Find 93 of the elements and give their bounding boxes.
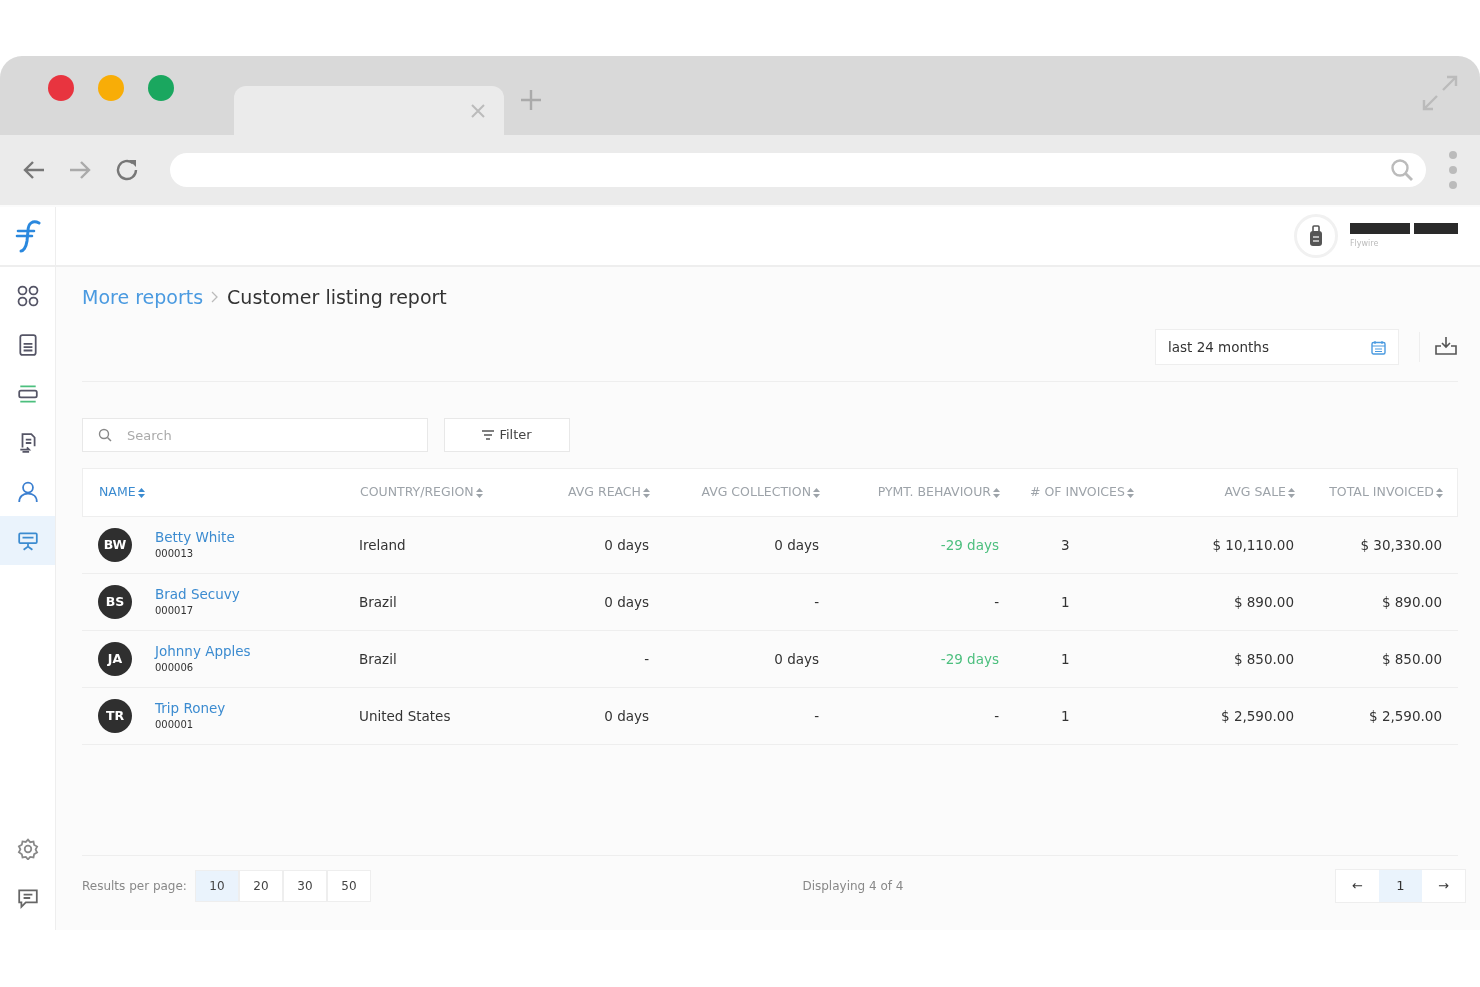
customer-name-link[interactable]: Trip Roney	[155, 699, 226, 718]
sort-icon	[475, 487, 483, 498]
table-cell: Brazil	[359, 650, 397, 667]
customer-name-link[interactable]: Brad Secuvy	[155, 585, 240, 604]
date-range-field[interactable]: last 24 months	[1155, 329, 1399, 365]
table-cell: 1	[1061, 650, 1070, 667]
avatar: BS	[98, 585, 132, 619]
table-cell: $ 30,330.00	[1360, 536, 1442, 553]
download-icon[interactable]	[1434, 336, 1458, 358]
table-cell: United States	[359, 707, 451, 724]
table-cell: -29 days	[940, 650, 999, 667]
sort-icon	[1126, 487, 1134, 498]
table-cell: 0 days	[604, 707, 649, 724]
column-header[interactable]: TOTAL INVOICED	[1329, 484, 1443, 500]
redacted-bar	[1350, 222, 1411, 234]
avatar: JA	[98, 642, 132, 676]
table-cell: -29 days	[940, 536, 999, 553]
account-avatar[interactable]	[1294, 214, 1338, 258]
customer-id: 000013	[155, 547, 195, 562]
table-cell: Brazil	[359, 593, 397, 610]
grid-icon	[16, 284, 39, 307]
customer-name-link[interactable]: Betty White	[155, 528, 235, 547]
customer-name-link[interactable]: Johnny Apples	[155, 642, 251, 661]
close-window-dot[interactable]	[48, 74, 74, 101]
back-icon[interactable]	[22, 160, 46, 180]
avatar: BW	[98, 528, 132, 562]
settings-icon	[16, 837, 39, 860]
sort-icon	[1436, 487, 1443, 498]
person-icon	[16, 480, 39, 503]
chat-icon	[16, 886, 39, 909]
maximize-window-dot[interactable]	[148, 74, 174, 101]
sort-icon	[137, 487, 145, 498]
search-field[interactable]: Search	[82, 418, 428, 452]
page-button[interactable]: 1	[1379, 870, 1422, 902]
table-cell: -	[994, 707, 999, 724]
chevron-right-icon	[211, 291, 220, 303]
presentation-icon	[16, 529, 39, 552]
document-icon	[16, 333, 39, 356]
table-cell: $ 890.00	[1233, 593, 1294, 610]
page-title: Customer listing report	[227, 284, 447, 310]
page-size-option[interactable]: 50	[326, 870, 371, 902]
table-cell: $ 2,590.00	[1369, 707, 1442, 724]
filter-icon	[482, 430, 495, 440]
search-icon	[1390, 158, 1414, 182]
reload-icon[interactable]	[114, 157, 140, 183]
breadcrumb-link[interactable]: More reports	[82, 282, 204, 312]
account-label: Flywire	[1350, 237, 1380, 250]
table-cell: 0 days	[774, 650, 819, 667]
forward-icon[interactable]	[68, 160, 92, 180]
minimize-window-dot[interactable]	[98, 74, 124, 101]
table-cell: $ 850.00	[1381, 650, 1442, 667]
column-header[interactable]: AVG REACH	[568, 484, 650, 500]
table-cell: Ireland	[359, 536, 406, 553]
sidebar-item[interactable]	[0, 516, 55, 565]
table-cell: 1	[1061, 593, 1070, 610]
redacted-bar	[1414, 222, 1458, 234]
filter-button[interactable]: Filter	[444, 418, 570, 452]
column-header[interactable]: AVG COLLECTION	[701, 484, 820, 500]
table-cell: $ 890.00	[1381, 593, 1442, 610]
results-per-page-label: Results per page:	[82, 878, 187, 895]
avatar: TR	[98, 699, 132, 733]
column-header[interactable]: # OF INVOICES	[1030, 484, 1134, 500]
customer-id: 000001	[155, 718, 195, 733]
results-count: Displaying 4 of 4	[802, 878, 904, 895]
column-header[interactable]: PYMT. BEHAVIOUR	[877, 484, 1000, 500]
logo-icon[interactable]	[14, 219, 41, 253]
column-header[interactable]: NAME	[99, 484, 145, 500]
sort-icon	[643, 487, 650, 498]
calendar-icon	[1371, 339, 1386, 355]
page-size-option[interactable]: 20	[238, 870, 283, 902]
table-cell: 0 days	[604, 536, 649, 553]
table-cell: $ 10,110.00	[1212, 536, 1294, 553]
table-cell: 0 days	[774, 536, 819, 553]
table-cell: -	[814, 707, 819, 724]
table-cell: 0 days	[604, 593, 649, 610]
table-cell: $ 850.00	[1233, 650, 1294, 667]
card-icon	[16, 382, 39, 405]
customer-id: 000006	[155, 661, 195, 676]
column-header[interactable]: COUNTRY/REGION	[360, 484, 483, 500]
table-cell: -	[644, 650, 649, 667]
sort-icon	[1288, 487, 1295, 498]
sort-icon	[813, 487, 820, 498]
table-cell: 1	[1061, 707, 1070, 724]
table-cell: -	[814, 593, 819, 610]
table-cell: 3	[1061, 536, 1070, 553]
table-cell: -	[994, 593, 999, 610]
search-icon	[98, 428, 112, 442]
page-size-option[interactable]: 30	[282, 870, 327, 902]
customer-id: 000017	[155, 604, 195, 619]
column-header[interactable]: AVG SALE	[1224, 484, 1295, 500]
sort-icon	[993, 487, 1000, 498]
page-size-option[interactable]: 10	[194, 870, 239, 902]
table-cell: $ 2,590.00	[1221, 707, 1294, 724]
